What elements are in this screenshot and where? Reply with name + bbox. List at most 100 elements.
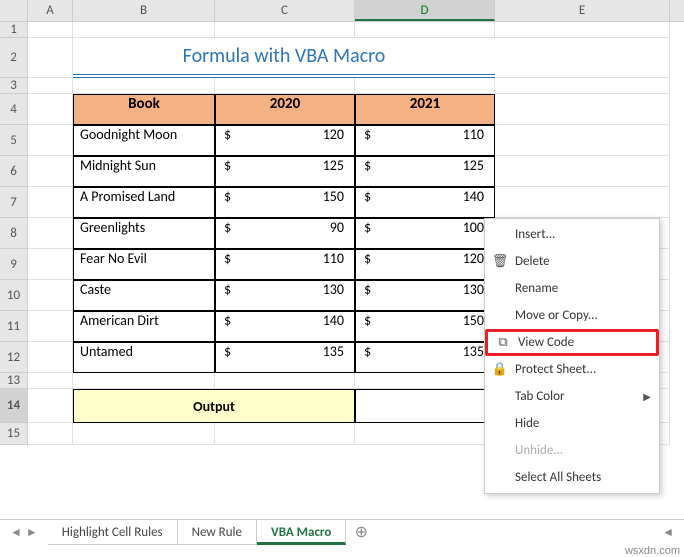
cell[interactable]	[73, 78, 215, 94]
table-cell-2020[interactable]: $135	[215, 342, 355, 373]
table-cell-2021[interactable]: $120	[355, 249, 495, 280]
cell[interactable]	[495, 187, 670, 218]
cell[interactable]	[28, 38, 73, 78]
row-header-1[interactable]: 1	[0, 22, 28, 38]
row-header-6[interactable]: 6	[0, 156, 28, 187]
cell[interactable]	[355, 22, 495, 38]
cell[interactable]	[28, 373, 73, 389]
menu-select-all-sheets[interactable]: Select All Sheets	[485, 464, 659, 491]
cell[interactable]	[28, 249, 73, 280]
select-all-corner[interactable]	[0, 0, 28, 21]
cell[interactable]	[28, 280, 73, 311]
cell[interactable]	[355, 423, 495, 445]
cell[interactable]	[73, 423, 215, 445]
col-header-d[interactable]: D	[355, 0, 495, 21]
row-header-3[interactable]: 3	[0, 78, 28, 94]
table-cell-2020[interactable]: $140	[215, 311, 355, 342]
table-cell-2020[interactable]: $110	[215, 249, 355, 280]
cell[interactable]	[215, 373, 355, 389]
tab-nav-arrows[interactable]: ◄►	[0, 525, 48, 540]
row-header-9[interactable]: 9	[0, 249, 28, 280]
cell[interactable]	[28, 342, 73, 373]
menu-view-code[interactable]: ⧉View Code	[485, 329, 659, 356]
cell[interactable]	[28, 423, 73, 445]
col-header-b[interactable]: B	[73, 0, 215, 21]
page-title[interactable]: Formula with VBA Macro	[73, 38, 495, 78]
cell[interactable]	[28, 311, 73, 342]
cell[interactable]	[28, 389, 73, 423]
cell[interactable]	[28, 125, 73, 156]
cell[interactable]	[495, 125, 670, 156]
menu-rename[interactable]: Rename	[485, 275, 659, 302]
cell[interactable]	[215, 423, 355, 445]
row-header-2[interactable]: 2	[0, 38, 28, 78]
menu-tab-color[interactable]: Tab Color▶	[485, 383, 659, 410]
table-cell-2021[interactable]: $150	[355, 311, 495, 342]
menu-hide[interactable]: Hide	[485, 410, 659, 437]
row-header-15[interactable]: 15	[0, 423, 28, 445]
menu-insert[interactable]: Insert...	[485, 221, 659, 248]
cell[interactable]	[28, 94, 73, 125]
table-cell-2020[interactable]: $125	[215, 156, 355, 187]
table-cell-book[interactable]: American Dirt	[73, 311, 215, 342]
table-cell-book[interactable]: Fear No Evil	[73, 249, 215, 280]
table-cell-2021[interactable]: $140	[355, 187, 495, 218]
cell[interactable]	[495, 78, 670, 94]
cell[interactable]	[215, 78, 355, 94]
table-cell-2020[interactable]: $120	[215, 125, 355, 156]
sheet-tab-new-rule[interactable]: New Rule	[178, 520, 257, 545]
table-cell-book[interactable]: Midnight Sun	[73, 156, 215, 187]
row-header-11[interactable]: 11	[0, 311, 28, 342]
menu-delete[interactable]: 🗑Delete	[485, 248, 659, 275]
table-header-2021[interactable]: 2021	[355, 94, 495, 125]
cell[interactable]	[28, 156, 73, 187]
cell[interactable]	[495, 22, 670, 38]
cell[interactable]	[73, 373, 215, 389]
sheet-tab-vba-macro[interactable]: VBA Macro	[257, 520, 346, 545]
col-header-e[interactable]: E	[495, 0, 670, 21]
table-header-book[interactable]: Book	[73, 94, 215, 125]
table-header-2020[interactable]: 2020	[215, 94, 355, 125]
row-header-14[interactable]: 14	[0, 389, 28, 423]
table-cell-2021[interactable]: $100	[355, 218, 495, 249]
table-cell-2020[interactable]: $130	[215, 280, 355, 311]
table-cell-book[interactable]: Caste	[73, 280, 215, 311]
table-cell-2020[interactable]: $150	[215, 187, 355, 218]
cell[interactable]	[28, 22, 73, 38]
row-header-5[interactable]: 5	[0, 125, 28, 156]
table-cell-2020[interactable]: $90	[215, 218, 355, 249]
output-value[interactable]	[355, 389, 495, 423]
table-cell-2021[interactable]: $130	[355, 280, 495, 311]
cell[interactable]	[215, 22, 355, 38]
table-cell-book[interactable]: A Promised Land	[73, 187, 215, 218]
cell[interactable]	[28, 78, 73, 94]
cell[interactable]	[495, 156, 670, 187]
output-label[interactable]: Output	[73, 389, 355, 423]
row-header-4[interactable]: 4	[0, 94, 28, 125]
cell[interactable]	[28, 187, 73, 218]
cell[interactable]	[495, 38, 670, 78]
cell[interactable]	[28, 218, 73, 249]
cell[interactable]	[355, 78, 495, 94]
table-cell-book[interactable]: Goodnight Moon	[73, 125, 215, 156]
tab-scroll-indicator[interactable]: ◄	[662, 525, 684, 540]
row-header-13[interactable]: 13	[0, 373, 28, 389]
add-sheet-button[interactable]: ⊕	[346, 519, 376, 547]
cell[interactable]	[355, 373, 495, 389]
table-cell-book[interactable]: Greenlights	[73, 218, 215, 249]
table-cell-2021[interactable]: $125	[355, 156, 495, 187]
sheet-tab-highlight-cell-rules[interactable]: Highlight Cell Rules	[48, 520, 178, 545]
row-header-8[interactable]: 8	[0, 218, 28, 249]
cell[interactable]	[495, 94, 670, 125]
row-header-10[interactable]: 10	[0, 280, 28, 311]
col-header-c[interactable]: C	[215, 0, 355, 21]
table-cell-2021[interactable]: $110	[355, 125, 495, 156]
table-cell-book[interactable]: Untamed	[73, 342, 215, 373]
row-header-12[interactable]: 12	[0, 342, 28, 373]
table-cell-2021[interactable]: $135	[355, 342, 495, 373]
col-header-a[interactable]: A	[28, 0, 73, 21]
cell[interactable]	[73, 22, 215, 38]
row-header-7[interactable]: 7	[0, 187, 28, 218]
menu-protect-sheet[interactable]: 🔒Protect Sheet...	[485, 356, 659, 383]
menu-move-copy[interactable]: Move or Copy...	[485, 302, 659, 329]
